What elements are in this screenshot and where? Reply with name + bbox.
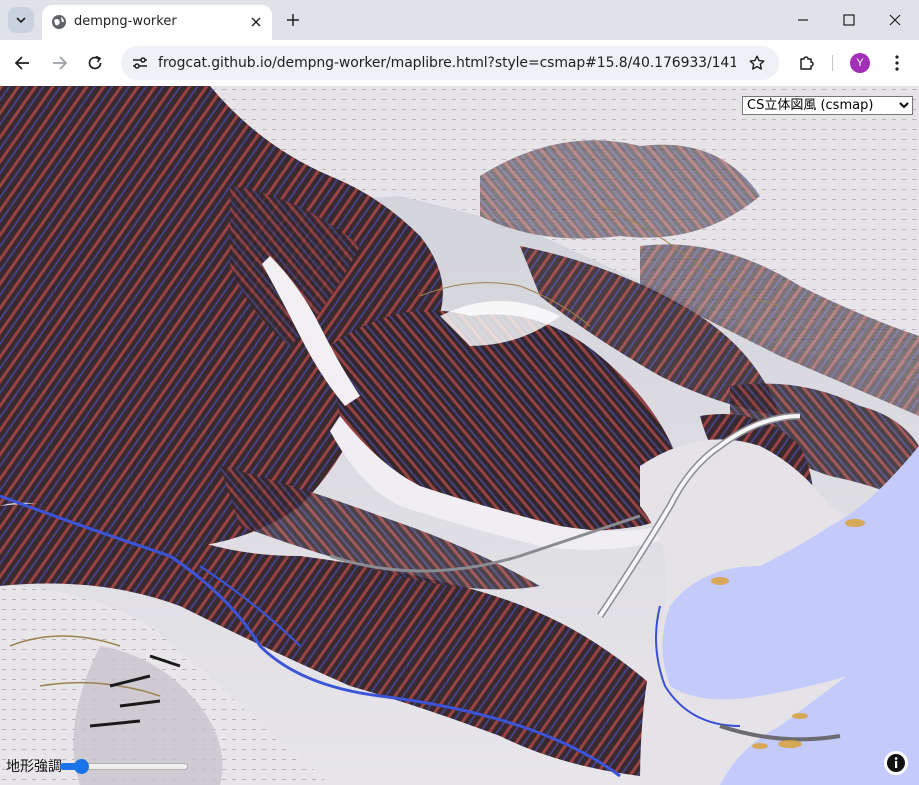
maximize-button[interactable] xyxy=(836,8,862,32)
map-style-select[interactable]: CS立体図風 (csmap) xyxy=(742,96,913,115)
new-tab-button[interactable] xyxy=(283,10,303,30)
chevron-down-icon xyxy=(16,17,26,24)
puzzle-icon xyxy=(800,56,814,70)
info-icon xyxy=(887,754,905,772)
reload-icon xyxy=(88,55,102,70)
attribution-button[interactable] xyxy=(884,751,908,775)
minimize-icon xyxy=(798,19,808,21)
globe-icon xyxy=(52,15,66,29)
profile-avatar[interactable]: Y xyxy=(850,53,870,73)
close-icon xyxy=(251,17,261,27)
tab-search-button[interactable] xyxy=(8,7,34,33)
forward-button[interactable] xyxy=(47,50,73,76)
browser-toolbar: frogcat.github.io/dempng-worker/maplibre… xyxy=(0,40,919,86)
terrain-map-image xyxy=(0,86,919,785)
terrain-exaggeration-label: 地形強調 xyxy=(6,759,62,775)
reload-button[interactable] xyxy=(82,50,108,76)
tune-icon xyxy=(133,57,147,69)
extensions-button[interactable] xyxy=(794,50,820,76)
close-icon xyxy=(889,14,901,26)
map-canvas[interactable]: CS立体図風 (csmap) 地形強調 xyxy=(0,86,919,785)
tab-title: dempng-worker xyxy=(74,14,177,29)
tab-strip: dempng-worker xyxy=(0,0,919,40)
back-button[interactable] xyxy=(9,50,35,76)
star-icon xyxy=(749,55,765,70)
terrain-exaggeration-control: 地形強調 xyxy=(6,756,188,776)
arrow-left-icon xyxy=(14,56,29,70)
url-text: frogcat.github.io/dempng-worker/maplibre… xyxy=(158,55,736,71)
maximize-icon xyxy=(843,14,855,26)
bookmark-button[interactable] xyxy=(745,51,769,75)
more-vert-icon xyxy=(895,55,899,71)
slider-thumb[interactable] xyxy=(73,759,89,774)
tab-active[interactable]: dempng-worker xyxy=(42,5,272,40)
arrow-right-icon xyxy=(53,56,68,70)
site-info-button[interactable] xyxy=(127,50,153,76)
menu-button[interactable] xyxy=(885,50,909,76)
address-bar[interactable]: frogcat.github.io/dempng-worker/maplibre… xyxy=(121,46,779,80)
plus-icon xyxy=(287,14,299,26)
minimize-button[interactable] xyxy=(790,8,816,32)
terrain-exaggeration-slider[interactable] xyxy=(60,756,188,776)
tab-close-button[interactable] xyxy=(246,12,266,32)
window-close-button[interactable] xyxy=(882,8,908,32)
toolbar-divider xyxy=(832,55,833,71)
